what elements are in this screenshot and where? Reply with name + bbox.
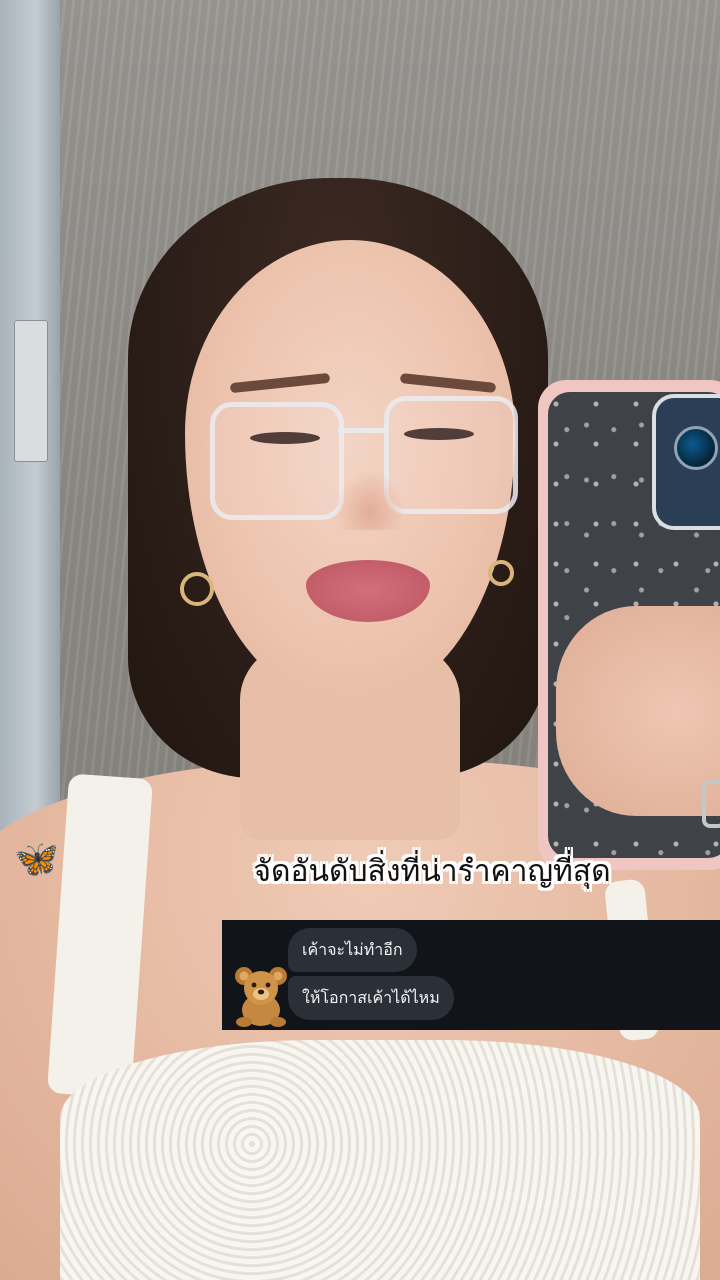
left-earring bbox=[180, 572, 214, 606]
camera-lens-icon bbox=[674, 426, 718, 470]
video-caption: จัดอันดับสิ่งที่น่ารำคาญที่สุด bbox=[253, 854, 611, 889]
video-frame[interactable]: 🦋 จัดอันดับสิ่งที่น่ารำคาญที่สุด เค้าจะไ… bbox=[0, 0, 720, 1280]
ring bbox=[702, 780, 720, 828]
hand bbox=[556, 606, 720, 816]
lace-top bbox=[60, 1040, 700, 1280]
door-hinge bbox=[14, 320, 48, 462]
nose bbox=[335, 470, 405, 530]
left-glasses-lens bbox=[210, 402, 344, 520]
right-earring bbox=[488, 560, 514, 586]
teddy-bear-icon bbox=[235, 967, 287, 1027]
chat-message-2: ให้โอกาสเค้าได้ไหม bbox=[288, 976, 454, 1020]
glasses-bridge bbox=[338, 428, 388, 433]
chat-message-1: เค้าจะไม่ทำอีก bbox=[288, 928, 417, 972]
phone-camera-block bbox=[652, 394, 720, 530]
